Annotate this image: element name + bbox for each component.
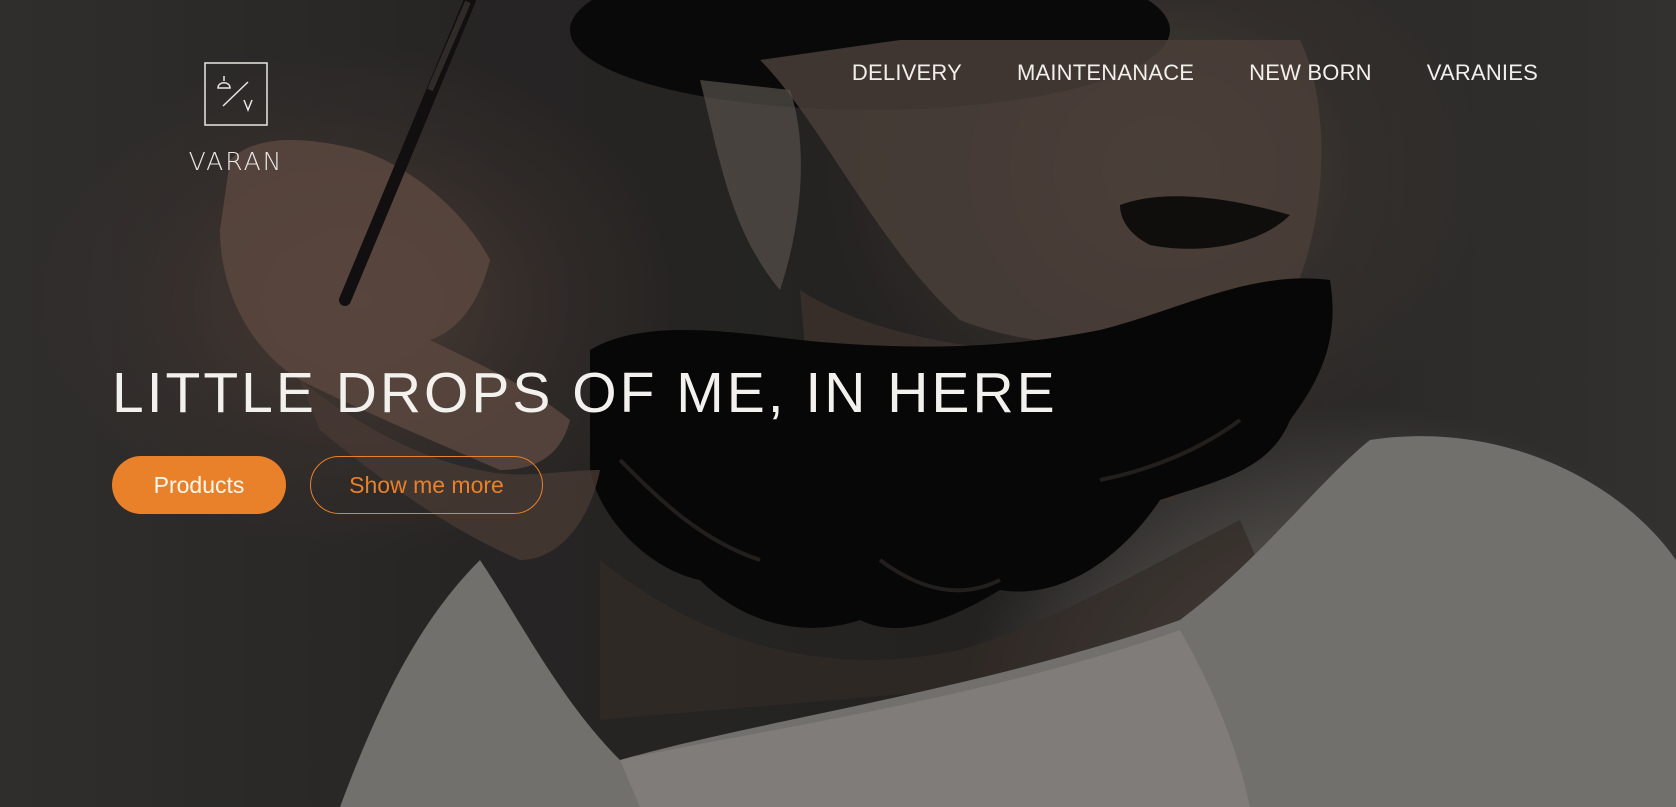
nav-item-maintenance[interactable]: MAINTENANACE (1017, 60, 1194, 86)
brand-name: VARAN (188, 147, 284, 176)
products-button[interactable]: Products (112, 456, 286, 514)
logo-mark-icon (204, 62, 268, 126)
hero-section: VARAN DELIVERY MAINTENANACE NEW BORN VAR… (0, 0, 1676, 807)
main-nav: DELIVERY MAINTENANACE NEW BORN VARANIES (797, 60, 1538, 86)
hero-headline: LITTLE DROPS OF ME, IN HERE (112, 361, 1058, 425)
show-more-button[interactable]: Show me more (310, 456, 543, 514)
nav-item-varanies[interactable]: VARANIES (1427, 60, 1538, 86)
nav-item-new-born[interactable]: NEW BORN (1249, 60, 1372, 86)
brand-logo[interactable]: VARAN (186, 62, 286, 176)
nav-item-delivery[interactable]: DELIVERY (852, 60, 962, 86)
